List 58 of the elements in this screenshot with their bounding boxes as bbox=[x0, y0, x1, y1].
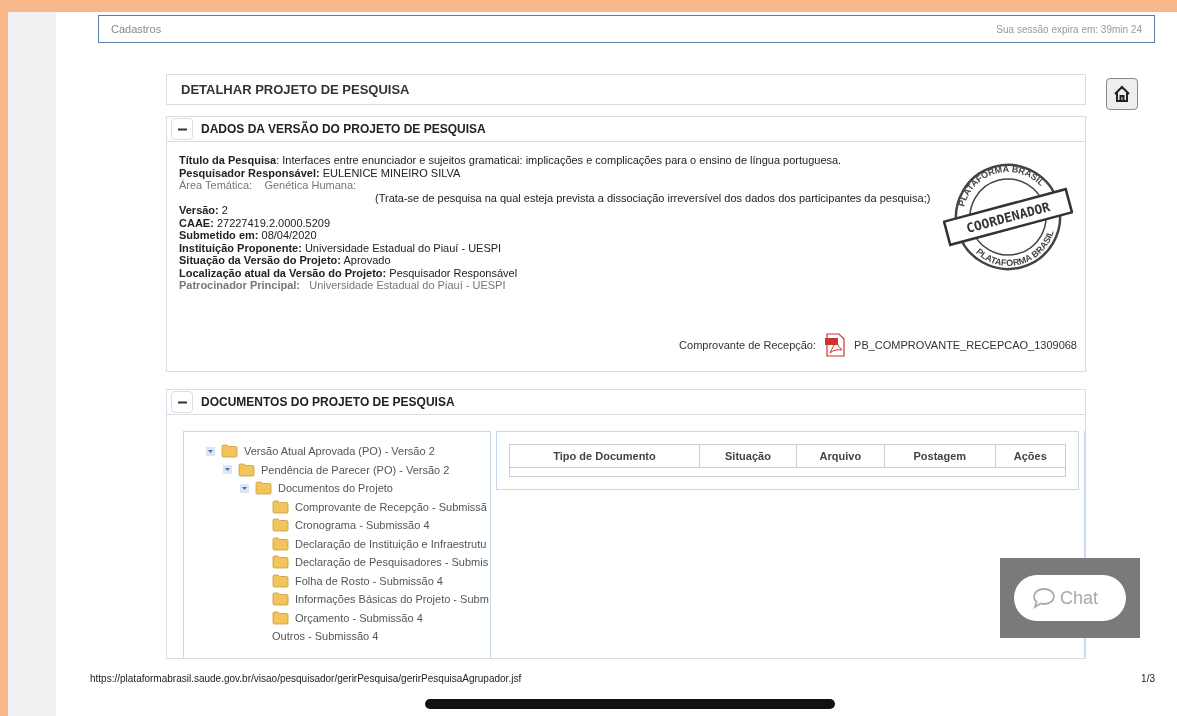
column-header: Arquivo bbox=[796, 444, 885, 468]
detail-line: CAAE: 27227419.2.0000.5209 bbox=[179, 216, 331, 229]
receipt-file-link[interactable]: PB_COMPROVANTE_RECEPCAO_1309068 bbox=[854, 336, 1077, 354]
column-header: Postagem bbox=[884, 444, 996, 468]
caret-down-icon bbox=[242, 485, 247, 491]
folder-icon bbox=[221, 444, 238, 459]
folder-icon bbox=[272, 536, 289, 551]
page-url: https://plataformabrasil.saude.gov.br/visao/pesquisador/gerirPesquisa/gerirPesquisaAgrupador.jsf bbox=[90, 671, 522, 686]
column-header: Tipo de Documento bbox=[509, 444, 700, 468]
header-title: Cadastros bbox=[111, 21, 162, 37]
detail-line: Localização atual da Versão do Projeto: Pesquisador Responsável bbox=[179, 266, 518, 279]
collapse-button[interactable] bbox=[171, 391, 193, 413]
detail-line: Submetido em: 08/04/2020 bbox=[179, 229, 317, 242]
page-title: DETALHAR PROJETO DE PESQUISA bbox=[166, 74, 1086, 105]
session-timer: Sua sessão expira em: 39min 24 bbox=[996, 22, 1142, 37]
home-icon bbox=[1113, 85, 1131, 103]
caret-down-icon bbox=[225, 467, 230, 473]
tree-item[interactable]: Orçamento - Submissão 4 bbox=[295, 609, 423, 626]
folder-icon bbox=[272, 592, 289, 607]
tree-item[interactable]: Documentos do Projeto bbox=[278, 480, 393, 497]
column-header: Situação bbox=[699, 444, 797, 468]
expand-toggle[interactable] bbox=[240, 483, 249, 493]
detail-line: Área Temática: Genética Humana: bbox=[179, 179, 357, 192]
tree-item[interactable]: Declaração de Instituição e Infraestrutu bbox=[295, 535, 487, 552]
column-header: Ações bbox=[995, 444, 1066, 468]
tree-item[interactable]: Informações Básicas do Projeto - Subm bbox=[295, 591, 489, 608]
detail-line: Pesquisador Responsável: EULENICE MINEIRO SILVA bbox=[179, 166, 461, 179]
folder-icon bbox=[272, 610, 289, 625]
detail-line: Título da Pesquisa: Interfaces entre enunciador e sujeitos gramaticai: implicações e complicações para o ensino de língua portuguesa. bbox=[179, 154, 842, 167]
tree-item[interactable]: Declaração de Pesquisadores - Submis bbox=[295, 554, 489, 571]
home-button[interactable] bbox=[1106, 78, 1138, 110]
folder-icon bbox=[272, 555, 289, 570]
caret-down-icon bbox=[208, 448, 213, 454]
section-title: DADOS DA VERSÃO DO PROJETO DE PESQUISA bbox=[201, 120, 486, 138]
detail-line: Patrocinador Principal: Universidade Estadual do Piauí - UESPI bbox=[179, 279, 506, 292]
detail-line: Situação da Versão do Projeto: Aprovado bbox=[179, 254, 391, 267]
expand-toggle[interactable] bbox=[206, 446, 215, 456]
tree-item[interactable]: Outros - Submissão 4 bbox=[272, 628, 379, 645]
folder-icon bbox=[272, 573, 289, 588]
collapse-button[interactable] bbox=[171, 118, 193, 140]
section-title: DOCUMENTOS DO PROJETO DE PESQUISA bbox=[201, 394, 455, 411]
detail-line: Instituição Proponente: Universidade Estadual do Piauí - UESPI bbox=[179, 241, 502, 254]
folder-icon bbox=[255, 481, 272, 496]
speech-bubble-icon bbox=[1032, 587, 1056, 609]
folder-icon bbox=[238, 462, 255, 477]
detail-line: (Trata-se de pesquisa na qual esteja prevista a dissociação irreversível dos dados dos participantes da pesquisa;) bbox=[375, 191, 931, 204]
pdf-file-icon bbox=[824, 333, 847, 357]
page-number: 1/3 bbox=[1141, 671, 1155, 686]
expand-toggle[interactable] bbox=[223, 465, 232, 475]
receipt-label: Comprovante de Recepção: bbox=[679, 337, 817, 353]
folder-icon bbox=[272, 518, 289, 533]
folder-icon bbox=[272, 499, 289, 514]
tree-item[interactable]: Versão Atual Aprovada (PO) - Versão 2 bbox=[244, 443, 435, 460]
tree-item[interactable]: Pendência de Parecer (PO) - Versão 2 bbox=[261, 461, 450, 478]
tree-item[interactable]: Comprovante de Recepção - Submissã bbox=[295, 498, 487, 515]
tree-item[interactable]: Folha de Rosto - Submissão 4 bbox=[295, 572, 443, 589]
detail-line: Versão: 2 bbox=[179, 204, 228, 217]
tree-item[interactable]: Cronograma - Submissão 4 bbox=[295, 517, 430, 534]
